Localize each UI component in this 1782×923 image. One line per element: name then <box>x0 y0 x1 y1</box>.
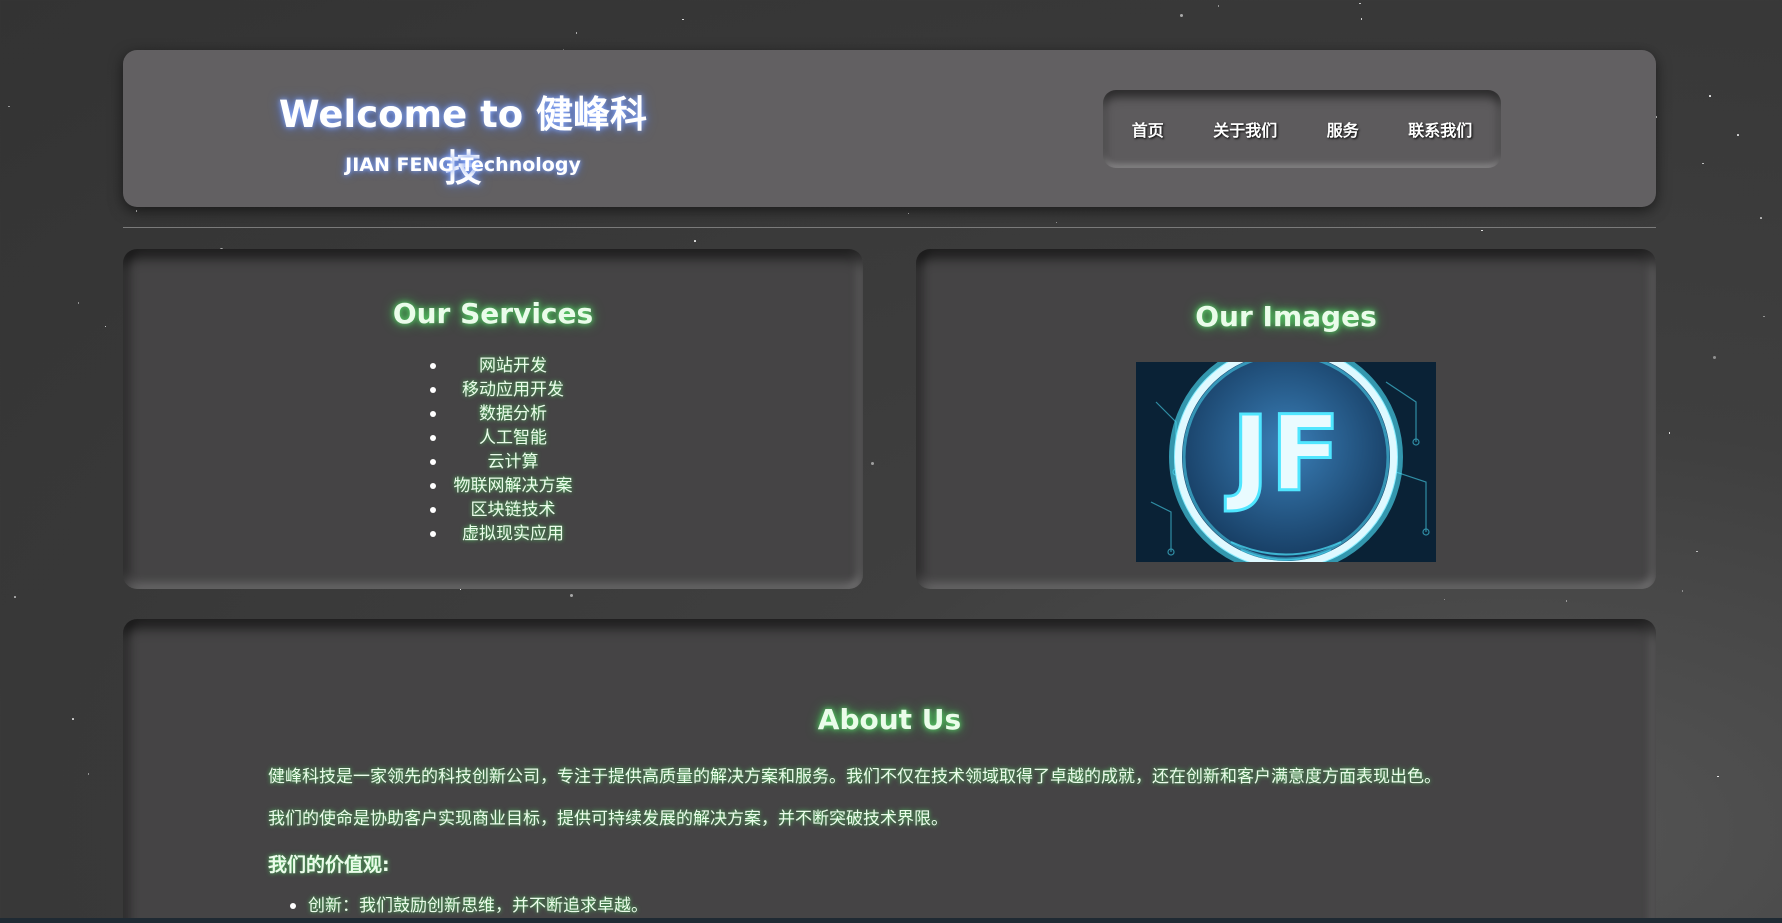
list-item: 移动应用开发 <box>123 378 863 402</box>
star-dot <box>8 105 10 108</box>
star-dot <box>77 302 80 304</box>
list-item: 数据分析 <box>123 402 863 426</box>
about-card: About Us 健峰科技是一家领先的科技创新公司，专注于提供高质量的解决方案和… <box>123 619 1656 923</box>
star-dot <box>1360 18 1363 20</box>
star-dot <box>1681 590 1684 592</box>
star-dot <box>1696 550 1698 553</box>
services-list: 网站开发 移动应用开发 数据分析 人工智能 云计算 物联网解决方案 区块链技术 … <box>123 354 863 546</box>
star-dot <box>1217 5 1220 7</box>
logo-text: JF <box>1225 393 1341 515</box>
images-card: Our Images JF <box>916 249 1656 589</box>
star-dot <box>1481 229 1483 232</box>
star-dot <box>682 18 684 21</box>
star-dot <box>907 212 910 214</box>
header-divider <box>123 227 1656 228</box>
star-dot <box>1055 221 1058 224</box>
star-dot <box>570 594 574 598</box>
services-card: Our Services 网站开发 移动应用开发 数据分析 人工智能 云计算 物… <box>123 249 863 589</box>
star-dot <box>135 210 137 212</box>
star-dot <box>14 596 16 598</box>
star-dot <box>72 718 74 720</box>
values-list: 创新：我们鼓励创新思维，并不断追求卓越。 <box>268 894 648 918</box>
nav-item-about[interactable]: 关于我们 <box>1213 117 1277 141</box>
list-item: 网站开发 <box>123 354 863 378</box>
star-dot <box>87 773 90 775</box>
star-dot <box>104 325 107 328</box>
star-dot <box>1655 116 1658 118</box>
services-heading: Our Services <box>392 297 594 330</box>
nav-item-home[interactable]: 首页 <box>1132 117 1164 141</box>
nav-item-services[interactable]: 服务 <box>1327 117 1359 141</box>
star-dot <box>694 240 696 242</box>
main-nav: 首页 关于我们 服务 联系我们 <box>1103 90 1501 168</box>
star-dot <box>1760 217 1762 219</box>
star-dot <box>1668 432 1670 434</box>
star-dot <box>1713 356 1717 360</box>
list-item: 区块链技术 <box>123 498 863 522</box>
values-heading: 我们的价值观: <box>268 854 390 876</box>
star-dot <box>1737 134 1739 136</box>
star-dot <box>870 462 874 466</box>
list-item: 物联网解决方案 <box>123 474 863 498</box>
images-heading: Our Images <box>1195 300 1377 333</box>
star-dot <box>1443 598 1446 601</box>
about-heading: About Us <box>817 703 962 736</box>
list-item: 人工智能 <box>123 426 863 450</box>
star-dot <box>1717 775 1719 778</box>
jf-logo-image: JF <box>1136 362 1436 562</box>
site-subtitle: JIAN FENG Technology <box>345 154 581 176</box>
star-dot <box>1359 2 1361 5</box>
star-dot <box>1709 95 1711 97</box>
star-dot <box>1565 600 1568 602</box>
list-item: 云计算 <box>123 450 863 474</box>
star-dot <box>1763 315 1765 318</box>
jf-logo-graphic: JF <box>1136 362 1436 562</box>
list-item: 创新：我们鼓励创新思维，并不断追求卓越。 <box>268 894 648 918</box>
star-dot <box>1702 162 1704 165</box>
nav-item-contact[interactable]: 联系我们 <box>1408 117 1472 141</box>
site-header: Welcome to 健峰科技 JIAN FENG Technology 首页 … <box>123 50 1656 207</box>
star-dot <box>575 32 578 34</box>
list-item: 虚拟现实应用 <box>123 522 863 546</box>
bottom-edge <box>0 918 1782 923</box>
star-dot <box>1179 13 1183 17</box>
about-paragraph-2: 我们的使命是协助客户实现商业目标，提供可持续发展的解决方案，并不断突破技术界限。 <box>268 809 948 829</box>
about-paragraph-1: 健峰科技是一家领先的科技创新公司，专注于提供高质量的解决方案和服务。我们不仅在技… <box>268 767 1441 787</box>
